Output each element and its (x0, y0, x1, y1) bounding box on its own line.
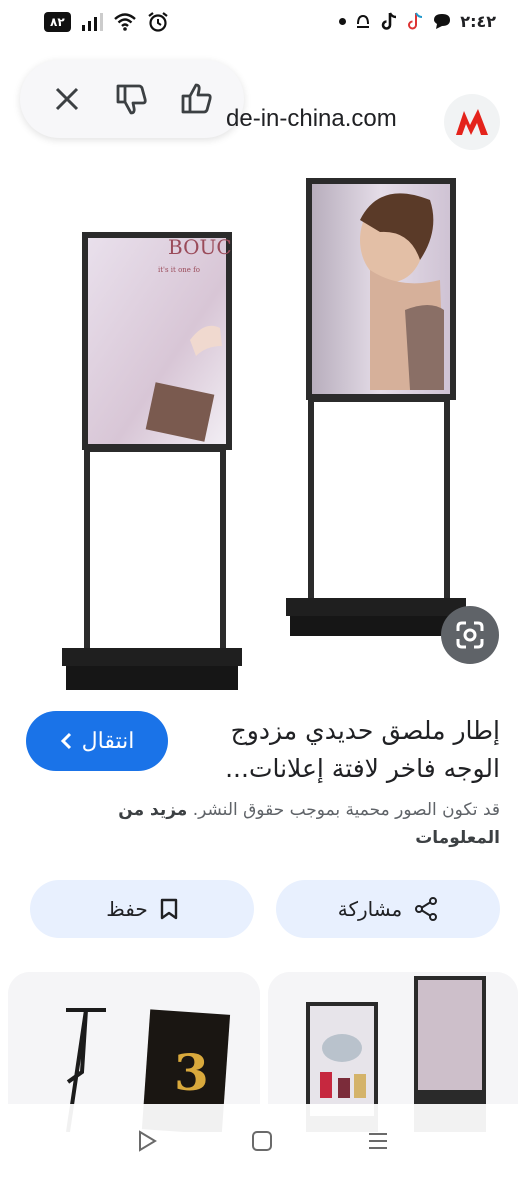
notification-dot (339, 17, 347, 25)
upload-icon (357, 14, 370, 28)
svg-text:3: 3 (174, 1043, 209, 1102)
share-icon (415, 897, 438, 921)
thumb-up-icon (181, 83, 212, 114)
tiktok-icon (382, 12, 397, 30)
save-button[interactable]: حفظ (30, 880, 254, 938)
svg-text:BOUC: BOUC (168, 235, 232, 259)
wifi-icon (113, 13, 136, 31)
right-stand (286, 178, 466, 636)
clock: ٢:٤٢ (460, 11, 496, 31)
made-in-china-logo-icon (456, 109, 488, 135)
back-icon[interactable] (136, 1130, 158, 1152)
signal-icon (81, 13, 103, 31)
recents-icon[interactable] (366, 1130, 390, 1152)
status-bar: ٨٢ ٢:٤٢ (0, 0, 526, 46)
close-button[interactable] (43, 75, 91, 123)
copyright-note: قد تكون الصور محمية بموجب حقوق النشر. مز… (70, 796, 500, 852)
left-stand: BOUC it's it one fo (62, 232, 242, 690)
lens-icon (456, 621, 484, 649)
tiktok-lite-icon (408, 12, 423, 30)
source-logo[interactable] (444, 94, 500, 150)
product-title[interactable]: إطار ملصق حديدي مزدوج الوجه فاخر لافتة إ… (186, 712, 500, 788)
visit-button-label: انتقال (81, 728, 135, 753)
share-button[interactable]: مشاركة (276, 880, 500, 938)
chevron-left-icon (60, 732, 71, 750)
dislike-button[interactable] (108, 75, 156, 123)
save-button-label: حفظ (106, 897, 148, 921)
battery-indicator: ٨٢ (44, 12, 71, 32)
message-icon (434, 14, 451, 29)
lens-button[interactable] (441, 606, 499, 664)
thumb-down-icon (116, 84, 147, 115)
status-left: ٨٢ (44, 11, 169, 33)
feedback-pill (20, 60, 244, 138)
system-nav-bar (0, 1104, 526, 1178)
source-site-link[interactable]: de-in-china.com (226, 105, 397, 133)
share-button-label: مشاركة (337, 897, 403, 921)
status-right: ٢:٤٢ (339, 11, 496, 31)
visit-button[interactable]: انتقال (26, 711, 168, 771)
copyright-text: قد تكون الصور محمية بموجب حقوق النشر. (192, 800, 500, 820)
like-button[interactable] (173, 75, 221, 123)
home-icon[interactable] (251, 1130, 273, 1152)
close-icon (55, 87, 78, 111)
alarm-icon (147, 12, 168, 32)
bookmark-icon (160, 898, 177, 920)
svg-text:it's it one fo: it's it one fo (158, 266, 200, 274)
